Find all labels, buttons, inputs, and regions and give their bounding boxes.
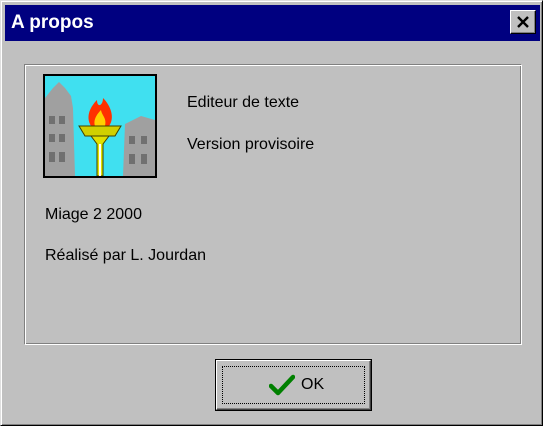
window-title: A propos bbox=[11, 12, 94, 33]
ok-button[interactable]: OK bbox=[215, 359, 372, 411]
author-label: Réalisé par L. Jourdan bbox=[45, 247, 206, 264]
close-button[interactable] bbox=[510, 10, 536, 34]
close-icon bbox=[517, 16, 529, 28]
about-dialog: A propos Editeur de texte Version provis… bbox=[0, 0, 543, 426]
app-name-label: Editeur de texte bbox=[187, 94, 300, 111]
checkmark-icon bbox=[269, 374, 295, 396]
version-label: Version provisoire bbox=[187, 136, 315, 153]
course-label: Miage 2 2000 bbox=[45, 206, 142, 223]
title-bar[interactable]: A propos bbox=[5, 5, 540, 41]
torch-logo-icon bbox=[43, 74, 157, 178]
ok-button-label: OK bbox=[301, 376, 325, 393]
ok-button-face[interactable]: OK bbox=[216, 360, 371, 410]
